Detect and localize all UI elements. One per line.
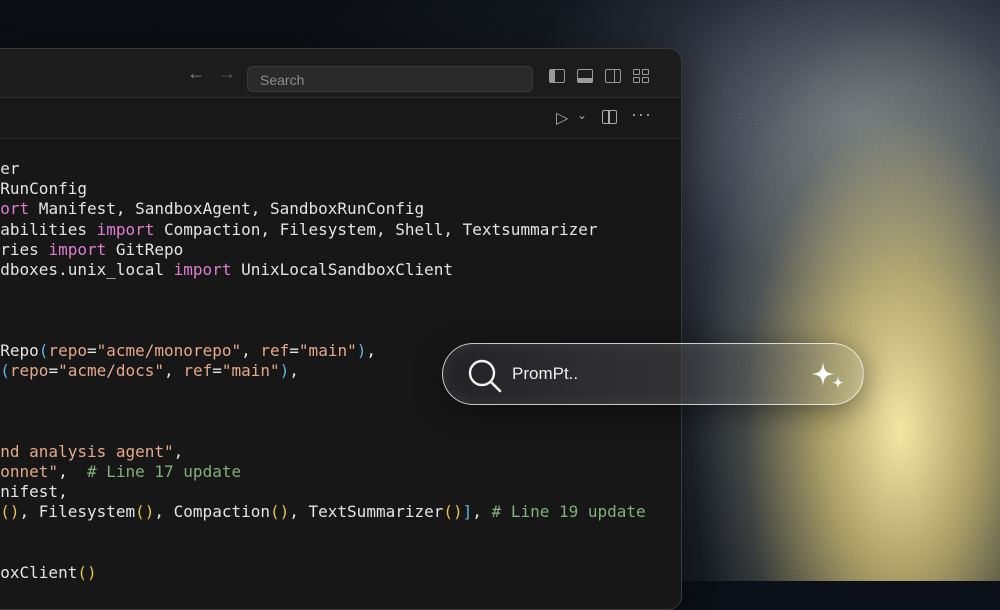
editor-window: ← → Search ▷ ⌄ ··· nnert RunConfigmport …: [0, 48, 682, 610]
code-token: repo: [10, 361, 49, 380]
code-token: , Compaction: [154, 502, 270, 521]
more-actions-icon[interactable]: ···: [631, 104, 652, 125]
code-token: (): [270, 502, 289, 521]
run-icon[interactable]: ▷: [556, 108, 568, 128]
code-token: itRepo: [0, 341, 39, 360]
prompt-input[interactable]: PromPt..: [512, 364, 578, 384]
code-token: ,: [289, 361, 299, 380]
code-token: "main": [222, 361, 280, 380]
code-line: andboxes.unix_local import UnixLocalSand…: [0, 260, 646, 280]
layout-controls: [549, 69, 649, 83]
code-token: apabilities: [0, 220, 97, 239]
code-token: "main": [299, 341, 357, 360]
code-line: t RunConfig: [0, 179, 646, 199]
code-token: ,: [58, 462, 87, 481]
search-icon: [465, 356, 505, 396]
chevron-down-icon[interactable]: ⌄: [577, 108, 587, 122]
code-token: ,: [472, 502, 491, 521]
toggle-primary-sidebar-icon[interactable]: [549, 69, 565, 83]
code-token: ref: [260, 341, 289, 360]
customize-layout-icon[interactable]: [633, 69, 649, 83]
code-token: ): [357, 341, 367, 360]
code-line: -sonnet", # Line 17 update: [0, 462, 646, 482]
code-token: =: [48, 361, 58, 380]
code-token: ]: [463, 502, 473, 521]
code-token: (: [0, 361, 10, 380]
code-token: (): [77, 563, 96, 582]
code-token: (): [135, 502, 154, 521]
code-token: ,: [366, 341, 376, 360]
code-token: =: [87, 341, 97, 360]
forward-arrow-icon[interactable]: →: [218, 63, 236, 84]
code-token: -sonnet": [0, 462, 58, 481]
code-token: ): [280, 361, 290, 380]
code-line: nner: [0, 159, 646, 179]
code-token: GitRepo: [106, 240, 183, 259]
code-token: import: [48, 240, 106, 259]
code-line: [0, 321, 646, 341]
title-bar: ← → Search: [0, 49, 681, 98]
code-line: [0, 300, 646, 320]
code-line: dboxClient(): [0, 563, 646, 583]
code-token: "acme/docs": [58, 361, 164, 380]
code-token: RunConfig: [0, 179, 87, 198]
toggle-secondary-sidebar-icon[interactable]: [605, 69, 621, 83]
command-search-input[interactable]: Search: [247, 66, 533, 92]
sparkle-icon[interactable]: [809, 358, 849, 394]
code-token: =: [212, 361, 222, 380]
code-token: repo: [48, 341, 87, 360]
code-token: mport: [0, 199, 29, 218]
code-line: manifest,: [0, 482, 646, 502]
code-token: ,: [164, 361, 183, 380]
code-token: ,: [241, 341, 260, 360]
code-line: and analysis agent",: [0, 442, 646, 462]
code-token: import: [97, 220, 155, 239]
code-token: =: [289, 341, 299, 360]
code-token: ,: [174, 442, 184, 461]
prompt-search-bar[interactable]: PromPt..: [442, 343, 864, 405]
code-token: ref: [183, 361, 212, 380]
code-line: [0, 543, 646, 563]
toggle-panel-icon[interactable]: [577, 69, 593, 83]
code-token: (: [39, 341, 49, 360]
code-token: (): [443, 502, 462, 521]
code-token: "acme/monorepo": [97, 341, 242, 360]
code-line: [0, 280, 646, 300]
code-line: [0, 421, 646, 441]
code-line: mport Manifest, SandboxAgent, SandboxRun…: [0, 199, 646, 219]
code-token: Manifest, SandboxAgent, SandboxRunConfig: [29, 199, 424, 218]
code-token: (): [0, 502, 19, 521]
back-arrow-icon[interactable]: ←: [187, 63, 205, 84]
code-line: ntries import GitRepo: [0, 240, 646, 260]
editor-tab-bar: ▷ ⌄ ···: [0, 98, 681, 139]
code-line: apabilities import Compaction, Filesyste…: [0, 220, 646, 240]
code-token: ntries: [0, 240, 48, 259]
code-line: ll(), Filesystem(), Compaction(), TextSu…: [0, 502, 646, 522]
code-token: , TextSummarizer: [289, 502, 443, 521]
code-token: manifest,: [0, 482, 68, 501]
code-token: , Filesystem: [20, 502, 136, 521]
code-token: import: [174, 260, 232, 279]
code-token: nner: [0, 159, 20, 178]
code-token: Compaction, Filesystem, Shell, Textsumma…: [154, 220, 597, 239]
code-token: and analysis agent": [0, 442, 174, 461]
split-editor-icon[interactable]: [602, 110, 617, 124]
code-token: # Line 19 update: [492, 502, 646, 521]
code-token: # Line 17 update: [87, 462, 241, 481]
code-line: [0, 522, 646, 542]
code-token: UnixLocalSandboxClient: [231, 260, 453, 279]
code-token: dboxClient: [0, 563, 77, 582]
code-token: andboxes.unix_local: [0, 260, 174, 279]
